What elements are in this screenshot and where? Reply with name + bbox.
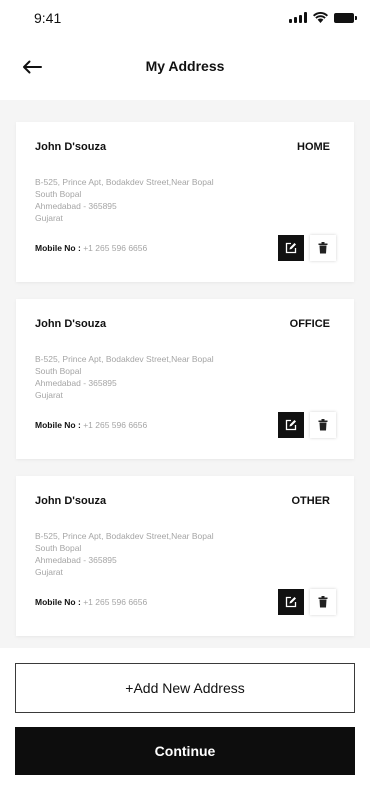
address-line-2: South Bopal: [35, 189, 82, 199]
continue-button[interactable]: Continue: [15, 727, 355, 775]
edit-address-button[interactable]: [278, 412, 304, 438]
trash-icon: [318, 419, 328, 431]
address-lines: B-525, Prince Apt, Bodakdev Street,Near …: [35, 353, 214, 401]
status-time: 9:41: [34, 10, 62, 26]
address-lines: B-525, Prince Apt, Bodakdev Street,Near …: [35, 176, 214, 224]
address-type: HOME: [297, 141, 330, 153]
mobile-number: +1 265 596 6656: [83, 420, 148, 430]
address-type: OTHER: [291, 495, 331, 507]
wifi-icon: [313, 12, 328, 23]
edit-address-button[interactable]: [278, 235, 304, 261]
edit-icon: [285, 419, 297, 431]
address-line-4: Gujarat: [35, 213, 63, 223]
address-line-1: B-525, Prince Apt, Bodakdev Street,Near …: [35, 177, 214, 187]
address-card-home[interactable]: John D'souza HOME B-525, Prince Apt, Bod…: [16, 122, 354, 282]
edit-address-button[interactable]: [278, 589, 304, 615]
address-name: John D'souza: [35, 141, 107, 153]
address-mobile: Mobile No : +1 265 596 6656: [35, 597, 147, 607]
address-card-office[interactable]: John D'souza OFFICE B-525, Prince Apt, B…: [16, 299, 354, 459]
address-line-4: Gujarat: [35, 390, 63, 400]
address-line-3: Ahmedabad - 365895: [35, 201, 117, 211]
edit-icon: [285, 242, 297, 254]
mobile-label: Mobile No :: [35, 243, 81, 253]
add-new-address-button[interactable]: +Add New Address: [15, 663, 355, 713]
mobile-label: Mobile No :: [35, 420, 81, 430]
address-list: John D'souza HOME B-525, Prince Apt, Bod…: [0, 100, 370, 648]
mobile-number: +1 265 596 6656: [83, 243, 148, 253]
signal-icon: [289, 12, 307, 23]
address-line-1: B-525, Prince Apt, Bodakdev Street,Near …: [35, 531, 214, 541]
address-card-other[interactable]: John D'souza OTHER B-525, Prince Apt, Bo…: [16, 476, 354, 636]
address-line-3: Ahmedabad - 365895: [35, 378, 117, 388]
my-address-screen: 9:41 My Address John D'souza HOME B-525,: [0, 0, 370, 802]
address-name: John D'souza: [35, 318, 107, 330]
address-line-4: Gujarat: [35, 567, 63, 577]
address-mobile: Mobile No : +1 265 596 6656: [35, 243, 147, 253]
delete-address-button[interactable]: [310, 412, 336, 438]
delete-address-button[interactable]: [310, 589, 336, 615]
mobile-label: Mobile No :: [35, 597, 81, 607]
page-title: My Address: [145, 58, 225, 74]
address-line-3: Ahmedabad - 365895: [35, 555, 117, 565]
address-lines: B-525, Prince Apt, Bodakdev Street,Near …: [35, 530, 214, 578]
address-mobile: Mobile No : +1 265 596 6656: [35, 420, 147, 430]
status-bar: 9:41: [0, 0, 370, 40]
battery-icon: [334, 12, 357, 23]
trash-icon: [318, 242, 328, 254]
status-icons: [289, 12, 357, 23]
app-header: My Address: [0, 44, 370, 94]
trash-icon: [318, 596, 328, 608]
edit-icon: [285, 596, 297, 608]
delete-address-button[interactable]: [310, 235, 336, 261]
address-name: John D'souza: [35, 495, 107, 507]
address-line-1: B-525, Prince Apt, Bodakdev Street,Near …: [35, 354, 214, 364]
mobile-number: +1 265 596 6656: [83, 597, 148, 607]
address-line-2: South Bopal: [35, 543, 82, 553]
address-type: OFFICE: [289, 318, 330, 330]
address-line-2: South Bopal: [35, 366, 82, 376]
